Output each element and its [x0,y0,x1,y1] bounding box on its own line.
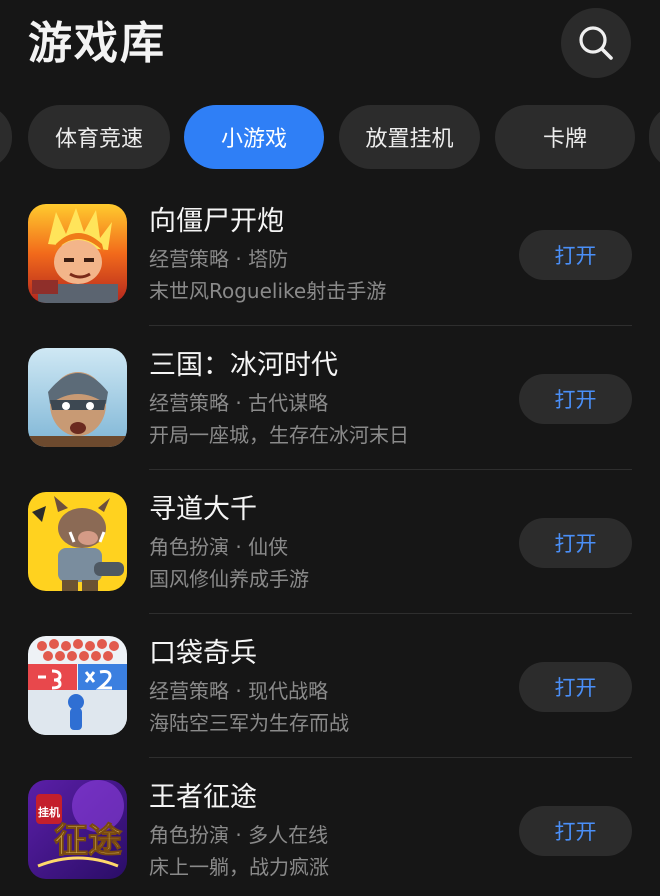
game-category: 经营策略 [149,391,229,415]
tab-label: 体育竞速 [54,127,143,152]
tag-separator: · [229,247,249,271]
game-description: 床上一躺，战力疯涨 [149,855,329,879]
tab-mini-games[interactable]: 小游戏 [184,105,324,169]
game-name: 王者征途 [149,782,257,813]
game-subcategory: 仙侠 [248,535,289,559]
open-button[interactable]: 打开 [519,662,632,712]
game-subcategory: 现代战略 [248,679,329,703]
open-button[interactable]: 打开 [519,374,632,424]
game-description: 国风修仙养成手游 [149,567,309,591]
game-tags: 角色扮演 · 仙侠 [149,533,288,561]
open-button[interactable]: 打开 [519,806,632,856]
boar-character-icon [28,492,127,591]
category-tabs: 体育竞速 小游戏 放置挂机 卡牌 [0,105,660,169]
game-name: 口袋奇兵 [149,638,257,669]
game-description: 末世风Roguelike射击手游 [149,279,387,303]
game-library-page: 游戏库 体育竞速 小游戏 放置挂机 卡牌 向僵尸开炮 经营策略 · 塔防 末世风… [0,0,660,896]
tag-separator: · [229,535,249,559]
game-icon[interactable] [28,492,127,591]
game-name: 三国：冰河时代 [149,350,338,381]
list-item[interactable]: 向僵尸开炮 经营策略 · 塔防 末世风Roguelike射击手游 打开 [0,182,660,326]
tab-label: 卡牌 [542,127,587,152]
game-name: 向僵尸开炮 [149,206,284,237]
game-name: 寻道大千 [149,494,257,525]
game-tags: 经营策略 · 现代战略 [149,677,328,705]
game-description: 开局一座城，生存在冰河末日 [149,423,409,447]
game-tags: 经营策略 · 古代谋略 [149,389,328,417]
tab-partial-left[interactable] [0,105,12,169]
game-icon[interactable] [28,636,127,735]
tab-label: 小游戏 [220,127,287,152]
king-journey-icon: 挂机 征途 [28,780,127,879]
tag-separator: · [229,823,249,847]
tag-separator: · [229,679,249,703]
game-subcategory: 塔防 [248,247,289,271]
game-category: 角色扮演 [149,535,229,559]
page-title: 游戏库 [28,18,166,69]
list-item[interactable]: 挂机 征途 王者征途 角色扮演 · 多人在线 床上一躺，战力疯涨 打开 [0,758,660,896]
tab-idle[interactable]: 放置挂机 [339,105,480,169]
game-category: 角色扮演 [149,823,229,847]
zombie-shooter-icon [28,204,127,303]
game-icon[interactable] [28,204,127,303]
game-category: 经营策略 [149,679,229,703]
game-icon[interactable]: 挂机 征途 [28,780,127,879]
three-kingdoms-icon [28,348,127,447]
icon-logo-text: 征途 [54,821,122,861]
header: 游戏库 [0,0,660,95]
search-icon [579,26,613,60]
game-description: 海陆空三军为生存而战 [149,711,349,735]
icon-badge-text: 挂机 [38,805,60,819]
open-button[interactable]: 打开 [519,230,632,280]
game-tags: 经营策略 · 塔防 [149,245,288,273]
game-tags: 角色扮演 · 多人在线 [149,821,328,849]
open-button[interactable]: 打开 [519,518,632,568]
game-subcategory: 多人在线 [248,823,329,847]
search-button[interactable] [561,8,631,78]
list-item[interactable]: 寻道大千 角色扮演 · 仙侠 国风修仙养成手游 打开 [0,470,660,614]
game-category: 经营策略 [149,247,229,271]
tab-label: 放置挂机 [365,127,454,152]
game-subcategory: 古代谋略 [248,391,329,415]
tab-card[interactable]: 卡牌 [495,105,635,169]
pocket-army-icon [28,636,127,735]
tab-partial-right[interactable] [649,105,660,169]
tag-separator: · [229,391,249,415]
list-item[interactable]: 口袋奇兵 经营策略 · 现代战略 海陆空三军为生存而战 打开 [0,614,660,758]
game-icon[interactable] [28,348,127,447]
list-item[interactable]: 三国：冰河时代 经营策略 · 古代谋略 开局一座城，生存在冰河末日 打开 [0,326,660,470]
tab-sports-racing[interactable]: 体育竞速 [28,105,170,169]
